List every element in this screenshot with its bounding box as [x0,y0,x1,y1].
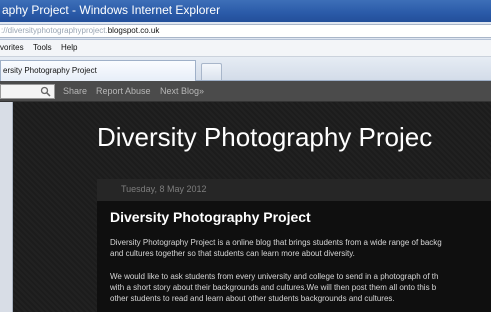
address-field[interactable]: ://diversityphotographyproject.blogspot.… [0,24,491,38]
blogger-navbar: Share Report Abuse Next Blog» [0,81,491,102]
post-body-line: and cultures together so that students c… [110,249,355,258]
tab-label: ersity Photography Project [3,66,97,75]
address-url-domain: blogspot.co.uk [107,26,160,35]
window-title: aphy Project - Windows Internet Explorer [2,3,221,17]
post-date: Tuesday, 8 May 2012 [121,184,207,194]
menu-item-tools[interactable]: Tools [33,40,52,56]
post-body-line: with a short story about their backgroun… [110,283,437,292]
blog-search-input[interactable] [0,84,55,99]
report-abuse-link[interactable]: Report Abuse [96,81,151,101]
address-url-prefix: ://diversityphotographyproject. [1,26,108,35]
tab-row: ersity Photography Project [0,57,491,81]
search-icon[interactable] [40,86,51,97]
window-titlebar: aphy Project - Windows Internet Explorer [0,0,491,22]
menu-item-favorites[interactable]: vorites [0,40,24,56]
blog-title[interactable]: Diversity Photography Projec [97,122,432,152]
post-body-line: We would like to ask students from every… [110,272,439,281]
menu-item-help[interactable]: Help [61,40,77,56]
next-blog-link[interactable]: Next Blog» [160,81,204,101]
share-link[interactable]: Share [63,81,87,101]
browser-left-edge [0,102,13,312]
post-title[interactable]: Diversity Photography Project [110,209,311,226]
address-bar-row: ://diversityphotographyproject.blogspot.… [0,22,491,40]
menu-bar: vorites Tools Help [0,40,491,57]
post-body-line: other students to read and learn about o… [110,294,395,303]
post-body-line: Diversity Photography Project is a onlin… [110,238,442,247]
new-tab-button[interactable] [201,63,222,80]
tab-diversity-photography-project[interactable]: ersity Photography Project [0,60,196,81]
